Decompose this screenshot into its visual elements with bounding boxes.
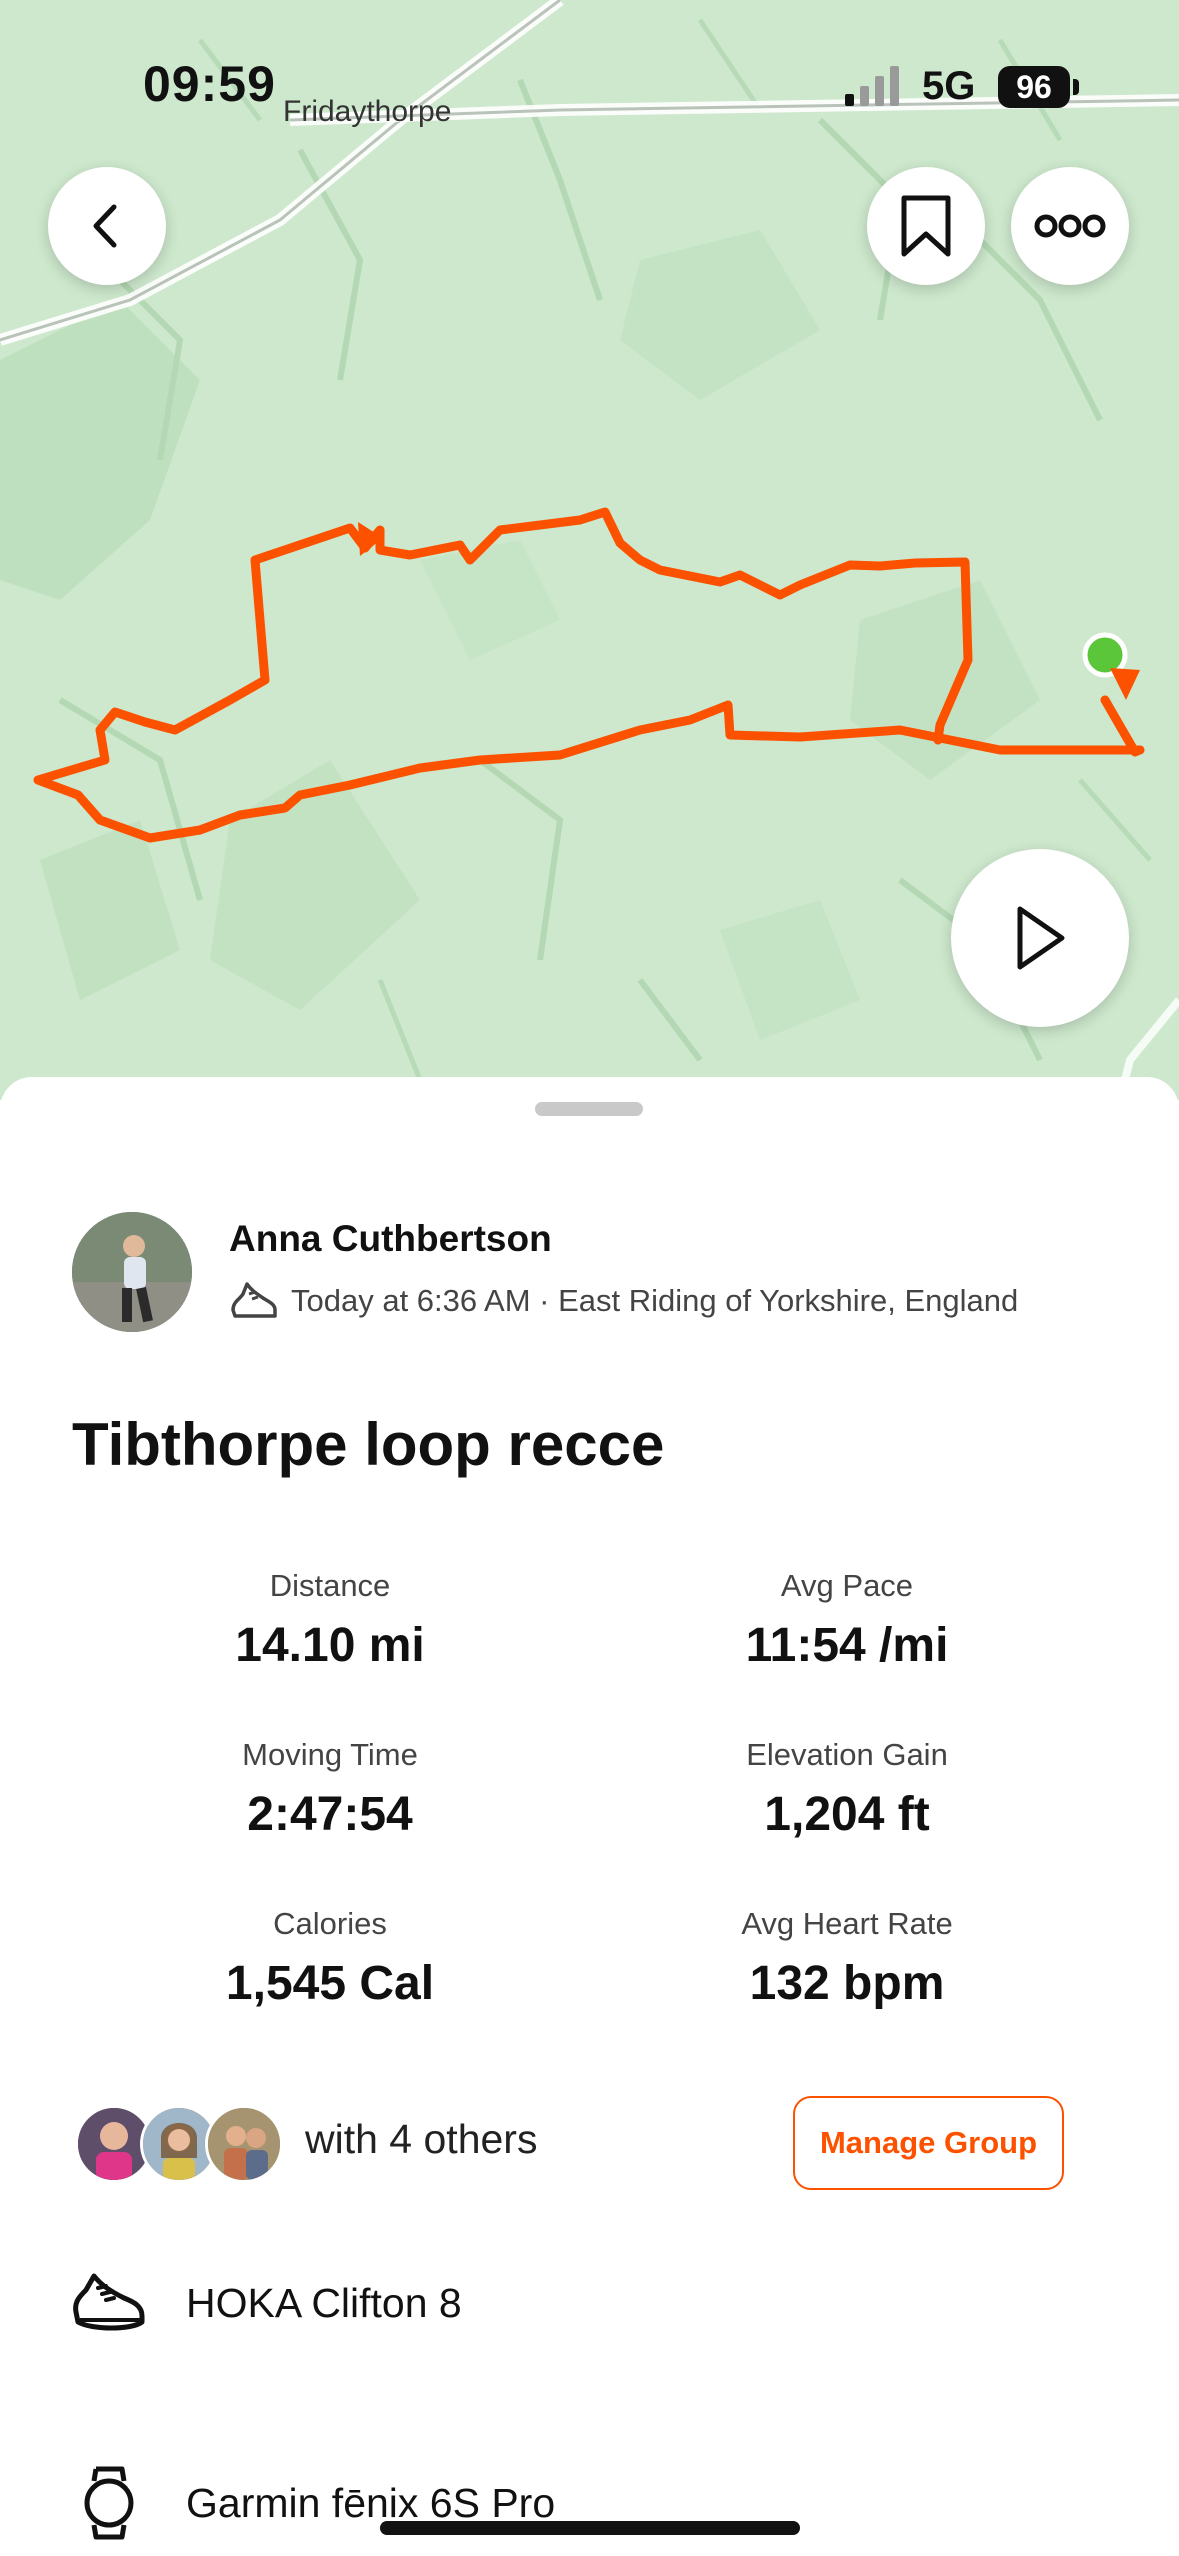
group-text[interactable]: with 4 others [305,2116,537,2163]
stat-value: 14.10 mi [235,1619,425,1672]
stat-value: 1,204 ft [764,1788,930,1841]
manage-group-button[interactable]: Manage Group [793,2096,1064,2190]
status-time: 09:59 [143,56,276,112]
gear-shoes-name: HOKA Clifton 8 [186,2279,462,2326]
stat-label: Moving Time [242,1737,418,1772]
stat-label: Calories [273,1906,387,1941]
run-shoe-icon [231,1282,277,1318]
activity-meta: Today at 6:36 AM · East Riding of Yorksh… [229,1280,1018,1322]
battery-indicator: 96 [998,66,1070,108]
status-bar: 09:59 Fridaythorpe 5G 96 [0,0,1179,170]
stat-moving-time: Moving Time 2:47:54 [80,1737,580,1842]
stat-value: 132 bpm [749,1957,945,2010]
watch-icon [84,2466,134,2540]
signal-icon [845,66,899,106]
map-place-label: Fridaythorpe [283,95,452,128]
stat-calories: Calories 1,545 Cal [80,1906,580,2011]
activity-meta-text: Today at 6:36 AM · East Riding of Yorksh… [291,1283,1019,1318]
gear-shoes-row[interactable]: HOKA Clifton 8 [72,2272,462,2334]
battery-nub [1073,79,1079,95]
more-icon [1034,214,1106,238]
network-type: 5G [922,64,976,108]
gear-device-name: Garmin fēnix 6S Pro [186,2479,556,2526]
avatar-photo [72,1212,192,1332]
back-button[interactable] [48,167,166,285]
stat-avg-pace: Avg Pace 11:54 /mi [597,1568,1097,1673]
stat-avg-heart-rate: Avg Heart Rate 132 bpm [597,1906,1097,2011]
bookmark-icon [901,195,951,257]
home-indicator[interactable] [380,2521,800,2535]
play-icon [1017,906,1065,970]
stat-label: Avg Heart Rate [741,1906,953,1941]
stat-value: 11:54 /mi [745,1619,949,1672]
shoe-icon [73,2273,145,2331]
activity-title: Tibthorpe loop recce [72,1411,665,1478]
stat-label: Elevation Gain [746,1737,948,1772]
athlete-name[interactable]: Anna Cuthbertson [229,1218,552,1260]
more-button[interactable] [1011,167,1129,285]
chevron-left-icon [93,204,117,248]
route-map[interactable]: 09:59 Fridaythorpe 5G 96 [0,0,1179,1100]
stat-distance: Distance 14.10 mi [80,1568,580,1673]
sheet-drag-handle[interactable] [535,1102,643,1116]
stat-label: Distance [269,1568,391,1603]
stat-value: 1,545 Cal [225,1957,435,2010]
stat-value: 2:47:54 [247,1788,413,1841]
play-flyover-button[interactable] [951,849,1129,1027]
athlete-avatar[interactable] [72,1212,192,1332]
stat-elevation-gain: Elevation Gain 1,204 ft [597,1737,1097,1842]
save-button[interactable] [867,167,985,285]
group-avatar [205,2105,283,2183]
stat-label: Avg Pace [780,1568,914,1603]
